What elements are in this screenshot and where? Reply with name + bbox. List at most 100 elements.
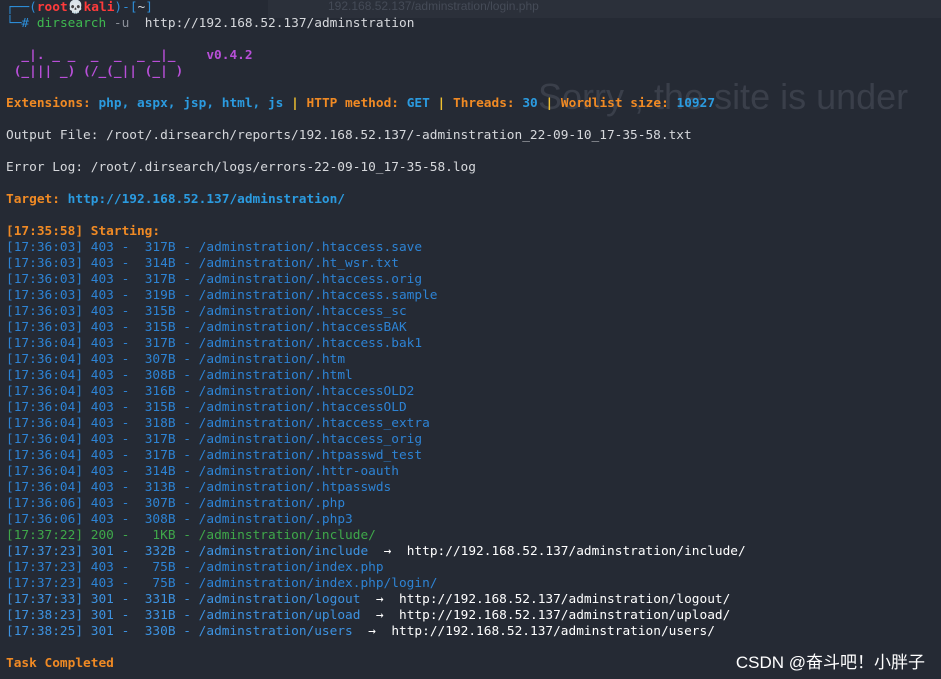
target-url: http://192.168.52.137/adminstration/ (67, 192, 346, 207)
result-size: 75B (152, 560, 176, 575)
result-time: [17:36:04] (6, 416, 84, 431)
result-path: /adminstration/.htaccessOLD (198, 400, 407, 415)
redirect-arrow: → (368, 624, 376, 639)
result-row: [17:37:22] 200 - 1KB - /adminstration/in… (6, 528, 376, 543)
threads-value: 30 (522, 96, 538, 111)
result-time: [17:36:06] (6, 496, 84, 511)
result-size: 317B (144, 240, 176, 255)
result-path: /adminstration/.htaccess_sc (198, 304, 407, 319)
logo-art-1: _|. _ _ _ _ _ _|_ (6, 48, 207, 63)
result-size: 313B (144, 480, 176, 495)
result-path: /adminstration/.htaccess.orig (198, 272, 423, 287)
separator: | (291, 96, 299, 111)
result-status: 403 (90, 512, 114, 527)
wordlist-label: Wordlist size: (560, 96, 669, 111)
result-status: 403 (90, 496, 114, 511)
terminal-output: ┌──(root💀kali)-[~] └─# dirsearch -u http… (6, 0, 936, 672)
result-path: /adminstration/.htaccessOLD2 (198, 384, 415, 399)
result-row: [17:36:03] 403 - 315B - /adminstration/.… (6, 304, 407, 319)
result-row: [17:36:04] 403 - 316B - /adminstration/.… (6, 384, 415, 399)
redirect-arrow: → (383, 544, 392, 559)
result-size: 319B (144, 288, 176, 303)
result-status: 301 (90, 624, 114, 639)
result-redirect: http://192.168.52.137/adminstration/incl… (406, 544, 746, 559)
prompt-open: ┌──( (6, 0, 37, 15)
result-row: [17:36:04] 403 - 318B - /adminstration/.… (6, 416, 430, 431)
result-size: 316B (144, 384, 176, 399)
command-url: http://192.168.52.137/adminstration (144, 16, 415, 31)
result-time: [17:36:04] (6, 368, 84, 383)
result-status: 301 (90, 608, 114, 623)
result-row: [17:36:03] 403 - 317B - /adminstration/.… (6, 240, 423, 255)
result-size: 330B (144, 624, 176, 639)
result-status: 403 (90, 368, 114, 383)
result-time: [17:37:22] (6, 528, 84, 543)
result-status: 403 (90, 336, 114, 351)
result-status: 403 (90, 304, 114, 319)
result-status: 403 (90, 448, 114, 463)
result-path: /adminstration/.htpasswd_test (198, 448, 423, 463)
result-path: /adminstration/.htaccess_orig (198, 432, 423, 447)
result-time: [17:37:23] (6, 544, 84, 559)
method-label: HTTP method: (306, 96, 399, 111)
prompt-end: ] (145, 0, 153, 15)
starting-line: [17:35:58] Starting: (6, 224, 161, 239)
prompt-line-2[interactable]: └─# dirsearch -u http://192.168.52.137/a… (6, 16, 936, 32)
result-row: [17:38:23] 301 - 331B - /adminstration/u… (6, 608, 731, 623)
result-status: 403 (90, 288, 114, 303)
result-size: 307B (144, 352, 176, 367)
result-size: 307B (144, 496, 176, 511)
result-row: [17:36:06] 403 - 308B - /adminstration/.… (6, 512, 353, 527)
method-value: GET (406, 96, 430, 111)
result-status: 200 (90, 528, 114, 543)
result-time: [17:38:23] (6, 608, 84, 623)
config-line: Extensions: php, aspx, jsp, html, js | H… (6, 96, 936, 112)
result-path: /adminstration/index.php/login/ (198, 576, 438, 591)
result-status: 403 (90, 432, 114, 447)
result-path: /adminstration/users (198, 624, 353, 639)
result-size: 317B (144, 272, 176, 287)
result-size: 315B (144, 400, 176, 415)
command-flag: -u (113, 16, 130, 31)
result-status: 403 (90, 240, 114, 255)
result-time: [17:36:03] (6, 304, 84, 319)
threads-label: Threads: (452, 96, 515, 111)
result-time: [17:36:04] (6, 352, 84, 367)
result-path: /adminstration/.htaccess_extra (198, 416, 430, 431)
command-name: dirsearch (36, 16, 107, 31)
result-time: [17:36:04] (6, 448, 84, 463)
result-time: [17:38:25] (6, 624, 84, 639)
result-row: [17:36:03] 403 - 319B - /adminstration/.… (6, 288, 438, 303)
result-size: 315B (144, 304, 176, 319)
result-time: [17:36:04] (6, 432, 84, 447)
result-size: 332B (144, 544, 176, 559)
result-row: [17:36:04] 403 - 314B - /adminstration/.… (6, 464, 399, 479)
result-time: [17:36:03] (6, 320, 84, 335)
result-path: /adminstration/.html (198, 368, 353, 383)
result-time: [17:36:06] (6, 512, 84, 527)
separator: | (437, 96, 446, 111)
result-status: 403 (90, 272, 114, 287)
results-list: [17:36:03] 403 - 317B - /adminstration/.… (6, 240, 936, 640)
result-path: /adminstration/logout (198, 592, 361, 607)
result-status: 301 (90, 544, 114, 559)
result-size: 314B (144, 256, 176, 271)
logo-version: v0.4.2 (206, 48, 253, 63)
separator: | (545, 96, 554, 111)
result-row: [17:36:04] 403 - 317B - /adminstration/.… (6, 432, 423, 447)
result-path: /adminstration/.htaccess.bak1 (198, 336, 423, 351)
result-size: 1KB (152, 528, 176, 543)
result-time: [17:36:03] (6, 288, 84, 303)
target-label: Target: (6, 192, 60, 207)
result-row: [17:37:33] 301 - 331B - /adminstration/l… (6, 592, 731, 607)
result-path: /adminstration/.php (198, 496, 346, 511)
result-path: /adminstration/include (198, 544, 369, 559)
result-row: [17:36:04] 403 - 317B - /adminstration/.… (6, 448, 423, 463)
result-row: [17:36:03] 403 - 317B - /adminstration/.… (6, 272, 423, 287)
result-path: /adminstration/.htpasswds (198, 480, 392, 495)
result-path: /adminstration/.htaccess.sample (198, 288, 438, 303)
result-path: /adminstration/.ht_wsr.txt (198, 256, 399, 271)
result-row: [17:37:23] 403 - 75B - /adminstration/in… (6, 560, 384, 575)
result-time: [17:36:03] (6, 240, 84, 255)
result-size: 331B (144, 592, 176, 607)
